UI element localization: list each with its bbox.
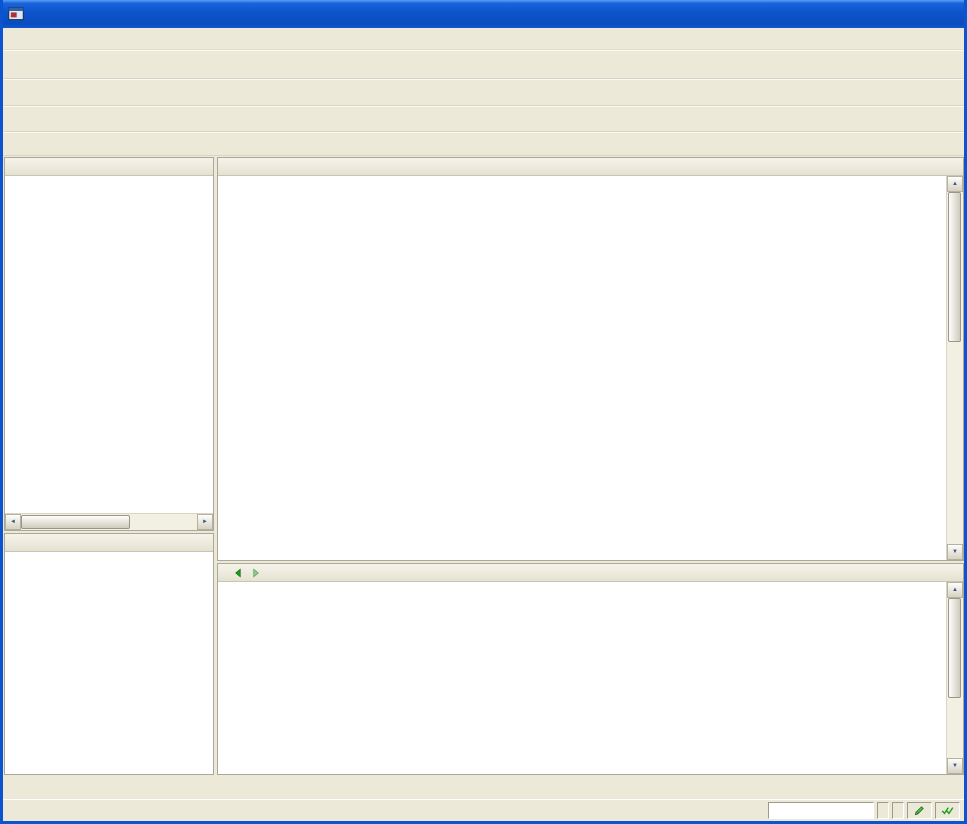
features-panel-titlebar [5, 158, 213, 176]
main-area [3, 156, 964, 775]
editor-panel [217, 157, 964, 561]
editable-pencil-icon [907, 802, 932, 819]
features-panel [4, 157, 214, 531]
features-horizontal-scrollbar[interactable] [5, 513, 213, 530]
status-search-field[interactable] [768, 802, 874, 819]
scroll-thumb[interactable] [21, 515, 130, 529]
menu-bar [3, 28, 964, 50]
code-editor[interactable] [218, 176, 946, 560]
double-check-icon [935, 802, 960, 819]
scroll-thumb[interactable] [948, 192, 961, 342]
address-toolbar [3, 79, 964, 106]
features-tree [5, 176, 213, 513]
back-arrow-icon[interactable] [230, 565, 246, 580]
status-caret-position [892, 802, 904, 819]
standard-toolbar [3, 50, 964, 79]
scroll-down-button[interactable] [947, 758, 963, 774]
context-output[interactable] [218, 582, 946, 774]
context-panel-titlebar [218, 564, 963, 582]
bottom-tab-bar [3, 775, 964, 799]
right-column [217, 157, 964, 775]
refactoring-toolbar [3, 132, 964, 156]
left-column [4, 157, 214, 775]
editor-panel-titlebar [218, 158, 963, 176]
status-bar [3, 799, 964, 821]
context-body [218, 582, 963, 774]
scroll-left-button[interactable] [5, 514, 21, 530]
editor-body [218, 176, 963, 560]
scroll-track[interactable] [21, 514, 197, 530]
scroll-down-button[interactable] [947, 544, 963, 560]
project-toolbar [3, 106, 964, 132]
scroll-up-button[interactable] [947, 176, 963, 192]
scroll-thumb[interactable] [948, 598, 961, 698]
context-panel [217, 563, 964, 775]
scroll-track[interactable] [947, 192, 963, 544]
title-bar[interactable] [3, 0, 964, 28]
clusters-tree [5, 552, 213, 774]
context-vertical-scrollbar[interactable] [946, 582, 963, 774]
clusters-panel-titlebar [5, 534, 213, 552]
scroll-right-button[interactable] [197, 514, 213, 530]
scroll-up-button[interactable] [947, 582, 963, 598]
status-target [877, 802, 889, 819]
editor-vertical-scrollbar[interactable] [946, 176, 963, 560]
app-icon[interactable] [7, 5, 25, 23]
application-window [0, 0, 967, 824]
scroll-track[interactable] [947, 598, 963, 758]
clusters-panel [4, 533, 214, 775]
forward-arrow-icon[interactable] [248, 565, 264, 580]
